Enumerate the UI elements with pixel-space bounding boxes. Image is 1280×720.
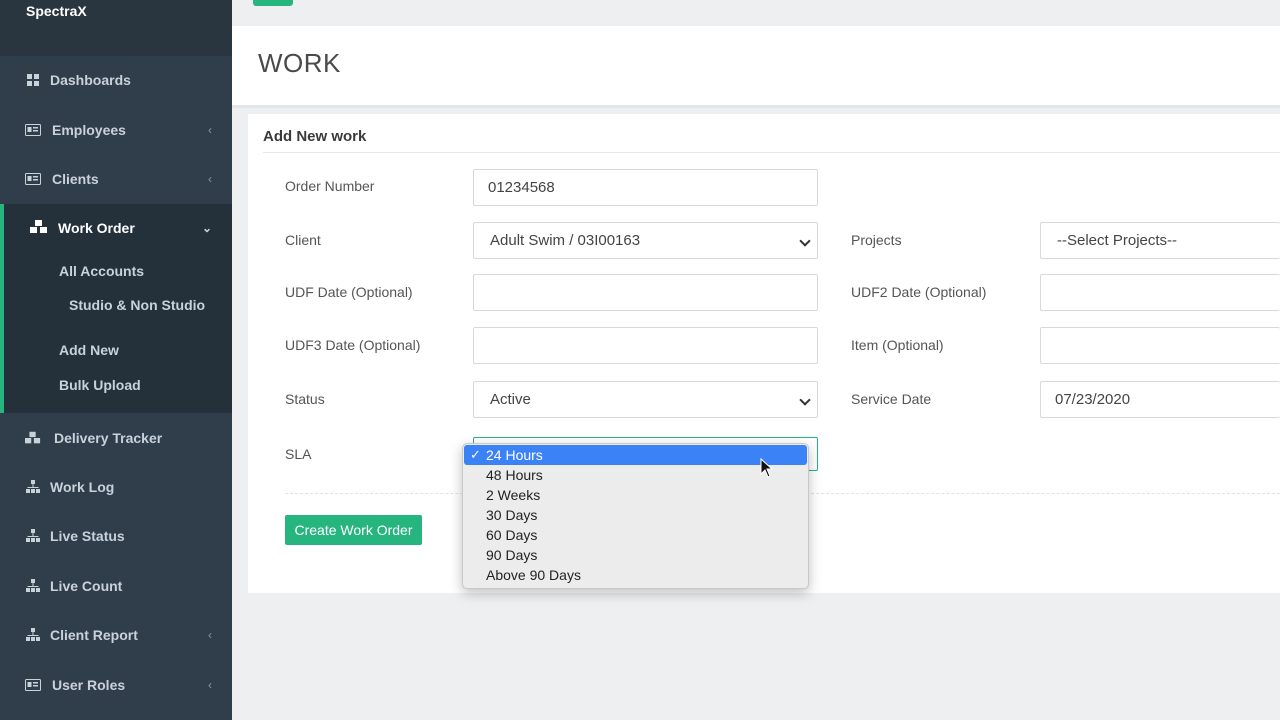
sla-option-label: Above 90 Days <box>486 567 581 583</box>
checkmark-icon: ✓ <box>470 447 481 462</box>
sidebar-item-label: Employees <box>52 121 126 138</box>
udf2-date-label: UDF2 Date (Optional) <box>851 284 987 300</box>
client-label: Client <box>285 232 321 248</box>
mouse-pointer-icon <box>760 458 774 478</box>
sidebar-item-label: Dashboards <box>50 71 131 88</box>
sla-option-2-weeks[interactable]: 2 Weeks <box>464 485 807 505</box>
service-date-label: Service Date <box>851 391 932 407</box>
sla-option-label: 30 Days <box>486 507 538 523</box>
sidebar-item-employees[interactable]: Employees ‹ <box>0 105 232 154</box>
sla-option-48-hours[interactable]: 48 Hours <box>464 465 807 485</box>
sitemap-icon <box>25 578 41 593</box>
sidebar-item-label: Live Count <box>50 577 123 594</box>
order-number-label: Order Number <box>285 178 375 194</box>
sidebar: SpectraX Dashboards Employees ‹ Clients … <box>0 0 232 720</box>
id-card-icon <box>25 123 41 137</box>
sla-option-above-90-days[interactable]: Above 90 Days <box>464 565 807 585</box>
sidebar-subitem-studio-non-studio[interactable]: Studio & Non Studio <box>69 297 205 313</box>
top-action-button[interactable] <box>253 0 293 6</box>
cubes-icon <box>25 431 41 445</box>
create-work-order-button[interactable]: Create Work Order <box>285 515 422 545</box>
sidebar-item-label: Delivery Tracker <box>54 429 163 446</box>
cubes-icon <box>30 219 48 237</box>
sidebar-item-delivery-tracker[interactable]: Delivery Tracker <box>0 413 232 462</box>
sidebar-item-label: Work Order <box>58 220 135 236</box>
sidebar-item-label: Work Log <box>50 478 115 495</box>
udf3-date-label: UDF3 Date (Optional) <box>285 337 421 353</box>
chevron-left-icon: ‹ <box>208 677 212 692</box>
item-label: Item (Optional) <box>851 337 944 353</box>
sitemap-icon <box>25 479 41 494</box>
sidebar-item-work-log[interactable]: Work Log <box>0 462 232 511</box>
brand-logo[interactable]: SpectraX <box>26 3 87 19</box>
chevron-left-icon: ‹ <box>208 627 212 642</box>
form-title: Add New work <box>263 128 367 145</box>
sidebar-item-client-report[interactable]: Client Report ‹ <box>0 610 232 659</box>
service-date-input[interactable]: 07/23/2020 <box>1040 381 1280 418</box>
status-label: Status <box>285 391 325 407</box>
sla-dropdown-menu: ✓ 24 Hours 48 Hours 2 Weeks 30 Days 60 D… <box>462 443 809 589</box>
sidebar-item-live-status[interactable]: Live Status <box>0 511 232 560</box>
page-title: WORK <box>258 48 341 78</box>
sidebar-item-live-count[interactable]: Live Count <box>0 561 232 610</box>
sidebar-item-clients[interactable]: Clients ‹ <box>0 154 232 203</box>
item-input[interactable] <box>1040 327 1280 364</box>
id-card-icon <box>25 172 41 186</box>
udf3-date-input[interactable] <box>473 327 818 364</box>
sidebar-subitem-all-accounts[interactable]: All Accounts <box>59 263 144 279</box>
sla-option-label: 60 Days <box>486 527 538 543</box>
projects-label: Projects <box>851 232 902 248</box>
sla-option-24-hours[interactable]: ✓ 24 Hours <box>464 445 807 465</box>
sla-option-label: 48 Hours <box>486 467 543 483</box>
udf2-date-input[interactable] <box>1040 274 1280 311</box>
sidebar-item-label: Client Report <box>50 626 138 643</box>
sla-option-label: 2 Weeks <box>486 487 541 503</box>
divider <box>263 152 1280 153</box>
sla-option-60-days[interactable]: 60 Days <box>464 525 807 545</box>
udf-date-label: UDF Date (Optional) <box>285 284 413 300</box>
sidebar-item-label: Live Status <box>50 527 125 544</box>
sidebar-item-user-roles[interactable]: User Roles ‹ <box>0 660 232 709</box>
sidebar-subitem-bulk-upload[interactable]: Bulk Upload <box>59 377 141 393</box>
projects-select[interactable]: --Select Projects-- <box>1040 222 1280 259</box>
grid-icon <box>25 73 41 87</box>
sidebar-item-dashboards[interactable]: Dashboards <box>0 55 232 104</box>
sla-option-label: 90 Days <box>486 547 538 563</box>
sidebar-item-label: User Roles <box>52 676 126 693</box>
sla-option-30-days[interactable]: 30 Days <box>464 505 807 525</box>
sla-label: SLA <box>285 446 312 462</box>
chevron-left-icon: ‹ <box>208 171 212 186</box>
id-card-icon <box>25 678 41 692</box>
chevron-left-icon: ‹ <box>208 122 212 137</box>
chevron-down-icon: ⌄ <box>201 221 212 235</box>
sitemap-icon <box>25 627 41 642</box>
order-number-input[interactable]: 01234568 <box>473 169 818 206</box>
work-order-group: Work Order ⌄ All Accounts Studio & Non S… <box>0 204 232 413</box>
brand-area: SpectraX <box>0 0 232 56</box>
top-bar <box>232 0 1280 26</box>
sla-option-label: 24 Hours <box>486 447 543 463</box>
page-header: WORK <box>232 26 1280 108</box>
sla-option-90-days[interactable]: 90 Days <box>464 545 807 565</box>
status-select[interactable]: Active <box>473 381 818 418</box>
sidebar-subitem-add-new[interactable]: Add New <box>59 342 119 358</box>
sidebar-item-label: Clients <box>52 170 99 187</box>
sitemap-icon <box>25 528 41 543</box>
udf-date-input[interactable] <box>473 274 818 311</box>
client-select[interactable]: Adult Swim / 03I00163 <box>473 222 818 259</box>
sidebar-item-work-order[interactable]: Work Order ⌄ <box>4 204 232 252</box>
